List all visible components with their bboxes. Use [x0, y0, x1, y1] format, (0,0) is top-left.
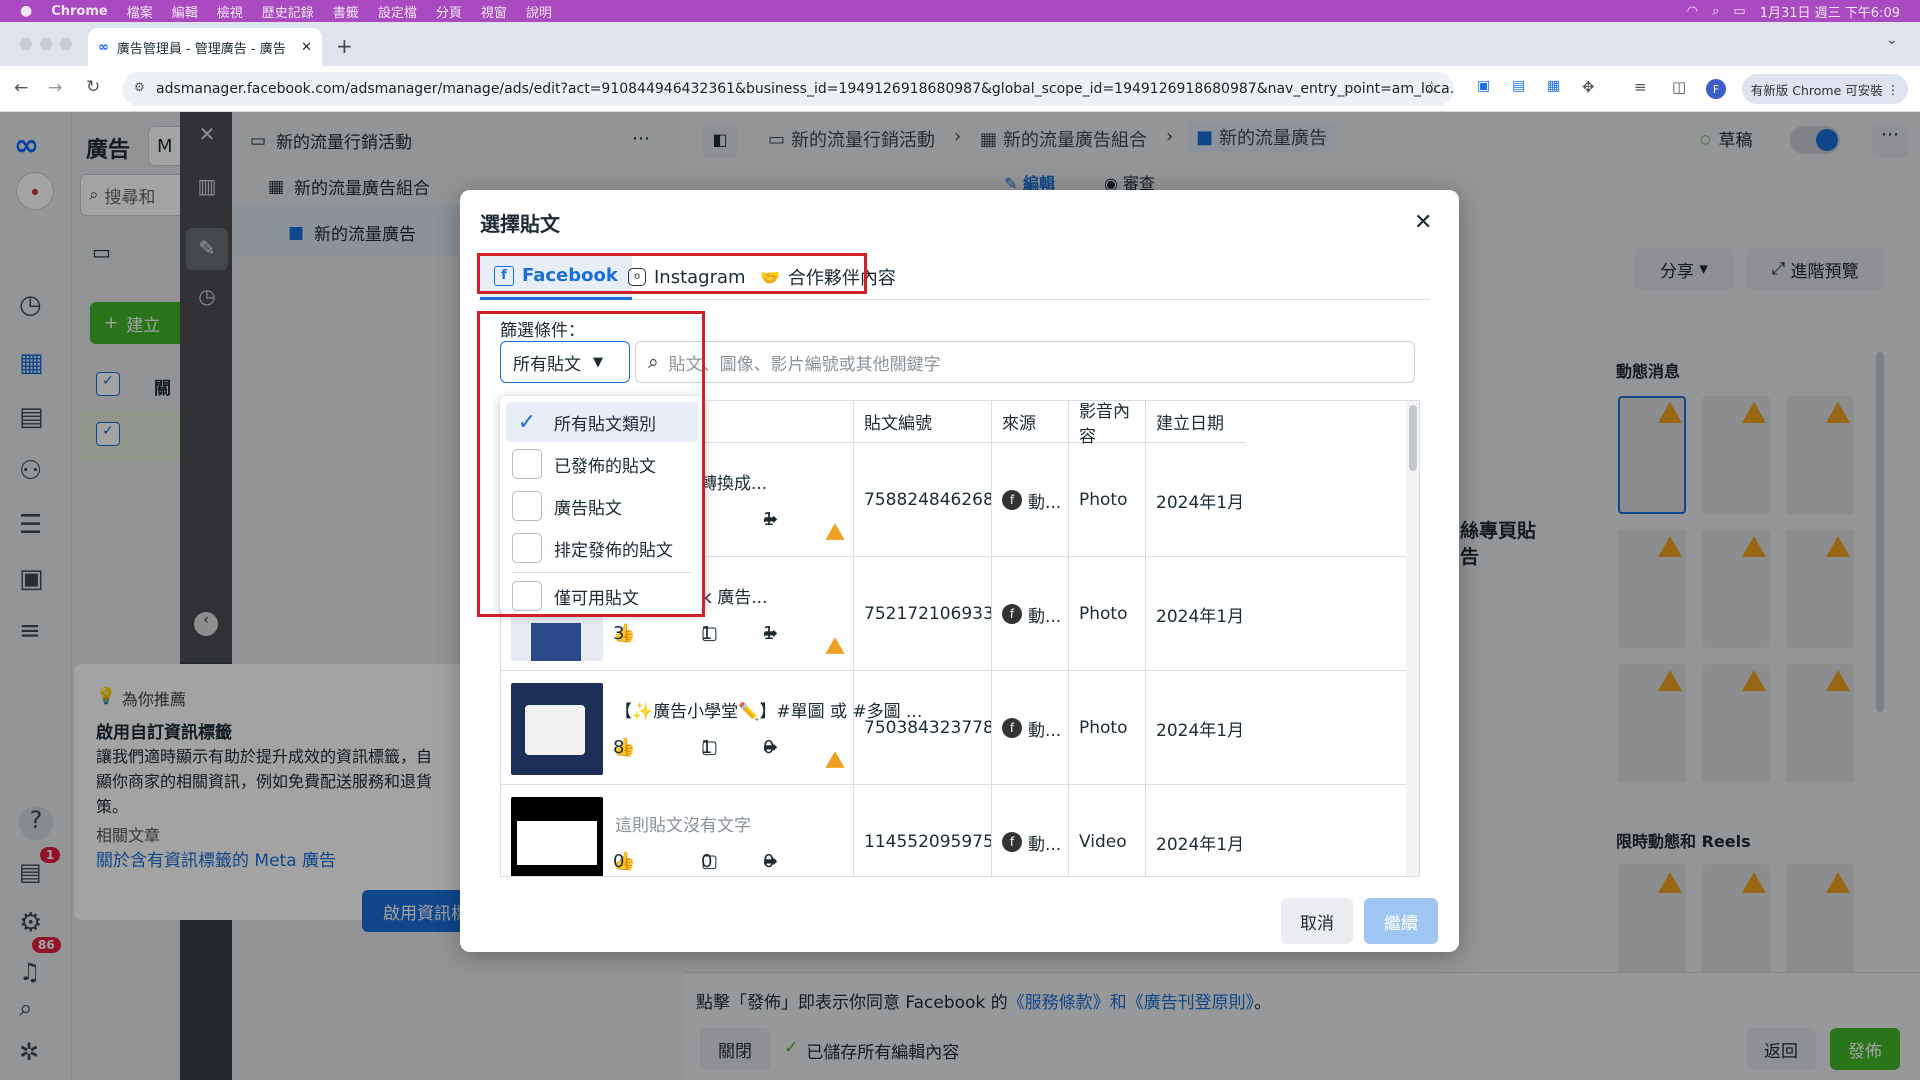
post-media: Video [1069, 785, 1146, 876]
zoom-window-dot[interactable] [60, 38, 72, 50]
col-source: 來源 [992, 401, 1069, 443]
tab-search-icon[interactable]: ⌄ [1886, 32, 1898, 48]
table-scrollbar-thumb[interactable] [1409, 405, 1417, 471]
meta-favicon-icon: ∞ [98, 39, 109, 55]
post-date: 2024年1月... [1156, 606, 1246, 627]
dialog-title: 選擇貼文 [480, 212, 560, 236]
translate-icon[interactable]: ▤ [1512, 78, 1525, 94]
post-media: Photo [1069, 443, 1146, 557]
menu-history[interactable]: 歷史記錄 [262, 2, 314, 21]
highlight-filter-box [477, 311, 705, 617]
extension-icon-1[interactable]: ▣ [1477, 78, 1490, 94]
table-row[interactable]: 【✨廣告小學堂✏️】#單圖 或 #多圖 ... 👍 8 ▢ 1 ➦ 0 7503843… [501, 671, 1406, 785]
side-panel-icon[interactable]: ◫ [1672, 78, 1686, 96]
continue-button[interactable]: 繼續 [1364, 898, 1438, 944]
chrome-update-button[interactable]: 有新版 Chrome 可安裝 ⋮ [1742, 74, 1908, 104]
close-tab-icon[interactable]: ✕ [301, 40, 312, 55]
post-source: f 動... [992, 785, 1069, 876]
post-media: Photo [1069, 557, 1146, 671]
minimize-window-dot[interactable] [40, 38, 52, 50]
menu-chrome[interactable]: Chrome [51, 4, 108, 19]
post-thumbnail [511, 797, 603, 876]
address-toolbar: ← → ↻ ⚙ adsmanager.facebook.com/adsmanag… [0, 66, 1920, 112]
post-search-input[interactable]: ⌕ 貼文、圖像、影片編號或其他關鍵字 [635, 341, 1415, 383]
site-info-icon[interactable]: ⚙ [134, 80, 145, 94]
url-bar[interactable]: ⚙ adsmanager.facebook.com/adsmanager/man… [122, 72, 1454, 106]
post-source: f 動... [992, 671, 1069, 785]
table-scrollbar-track[interactable] [1406, 401, 1419, 876]
cancel-button[interactable]: 取消 [1281, 898, 1353, 944]
table-row[interactable]: 這則貼文沒有文字 👍0 ▢0 ➦0 114552095975208 f動... … [501, 785, 1406, 876]
menu-edit[interactable]: 編輯 [172, 2, 198, 21]
facebook-icon: f [1002, 490, 1022, 510]
post-id: 752172106933465 [854, 557, 992, 671]
post-date: 2024年1月... [1156, 834, 1246, 855]
post-id: 758824846268191 [854, 443, 992, 557]
extension-icon-2[interactable]: ▦ [1547, 78, 1560, 94]
select-post-dialog: 選擇貼文 ✕ f Facebook o Instagram 🤝 合作夥伴內容 篩… [460, 190, 1459, 952]
status-area: ◠ ⌕ ▭ 1月31日 週三 下午6:09 [1687, 0, 1900, 22]
forward-icon[interactable]: → [48, 78, 62, 98]
clock[interactable]: 1月31日 週三 下午6:09 [1760, 2, 1900, 21]
reload-icon[interactable]: ↻ [86, 77, 100, 97]
post-date: 2024年1月... [1156, 720, 1246, 741]
menu-bookmarks[interactable]: 書籤 [333, 2, 359, 21]
profile-avatar[interactable]: F [1706, 79, 1726, 99]
col-date: 建立日期 [1146, 401, 1246, 443]
extensions-puzzle-icon[interactable]: ✥ [1582, 78, 1595, 96]
reading-list-icon[interactable]: ≡ [1634, 78, 1647, 96]
col-media: 影音內容 [1069, 401, 1146, 447]
menu-view[interactable]: 檢視 [217, 2, 243, 21]
warning-icon [825, 637, 845, 654]
menu-window[interactable]: 視窗 [481, 2, 507, 21]
post-media: Photo [1069, 671, 1146, 785]
menu-help[interactable]: 說明 [526, 2, 552, 21]
post-thumbnail [511, 683, 603, 775]
new-tab-button[interactable]: + [336, 34, 353, 58]
search-icon[interactable]: ⌕ [1712, 4, 1719, 19]
control-center-icon[interactable]: ▭ [1733, 4, 1745, 19]
facebook-icon: f [1002, 604, 1022, 624]
post-text: 這則貼文沒有文字 [615, 816, 751, 836]
warning-icon [825, 751, 845, 768]
close-dialog-icon[interactable]: ✕ [1414, 210, 1432, 235]
browser-tab[interactable]: ∞ 廣告管理員 - 管理廣告 - 廣告 ✕ [88, 28, 322, 66]
post-date: 2024年1月... [1156, 492, 1246, 513]
post-id: 114552095975208 [854, 785, 992, 876]
facebook-icon: f [1002, 718, 1022, 738]
highlight-tabs-box [477, 253, 867, 294]
apple-icon[interactable]: ● [20, 3, 32, 19]
warning-icon [825, 523, 845, 540]
facebook-icon: f [1002, 832, 1022, 852]
menu-tab[interactable]: 分頁 [436, 2, 462, 21]
back-icon[interactable]: ← [14, 78, 28, 98]
col-post-id: 貼文編號 [854, 401, 992, 443]
post-id: 750384323778910 [854, 671, 992, 785]
wifi-icon[interactable]: ◠ [1687, 4, 1698, 19]
post-source: f 動... [992, 443, 1069, 557]
mac-menubar: ● Chrome 檔案 編輯 檢視 歷史記錄 書籤 設定檔 分頁 視窗 說明 ◠… [0, 0, 1920, 22]
close-window-dot[interactable] [20, 38, 32, 50]
menu-profiles[interactable]: 設定檔 [378, 2, 417, 21]
menu-file[interactable]: 檔案 [127, 2, 153, 21]
post-source: f 動... [992, 557, 1069, 671]
bookmark-star-icon[interactable]: ☆ [1424, 78, 1439, 98]
